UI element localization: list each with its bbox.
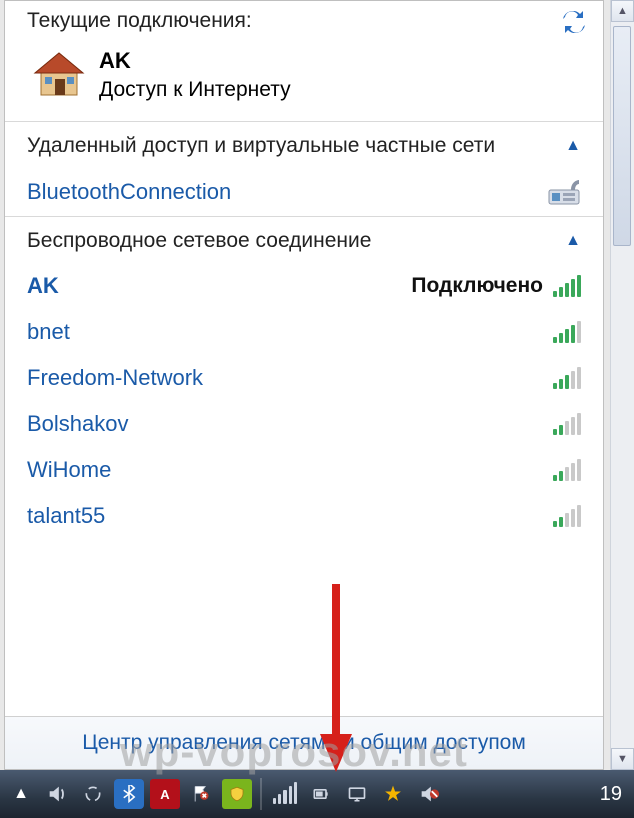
current-network-status: Доступ к Интернету bbox=[99, 76, 291, 103]
monitor-icon[interactable] bbox=[342, 779, 372, 809]
flag-icon[interactable] bbox=[186, 779, 216, 809]
scroll-up-icon[interactable]: ▲ bbox=[611, 0, 634, 22]
volume-icon[interactable] bbox=[42, 779, 72, 809]
bluetooth-icon[interactable] bbox=[114, 779, 144, 809]
star-icon[interactable] bbox=[378, 779, 408, 809]
wifi-item-talant55[interactable]: talant55 bbox=[5, 493, 603, 539]
show-hidden-icon[interactable]: ▲ bbox=[6, 779, 36, 809]
network-center-link[interactable]: Центр управления сетями и общим доступом bbox=[5, 716, 603, 769]
vpn-item-bluetooth[interactable]: BluetoothConnection bbox=[5, 168, 603, 216]
vpn-group-title: Удаленный доступ и виртуальные частные с… bbox=[27, 134, 495, 158]
network-flyout: Текущие подключения: AK Доступ к Интерне… bbox=[4, 0, 604, 770]
home-network-icon bbox=[33, 51, 85, 99]
connection-status: Подключено bbox=[411, 274, 543, 298]
network-tray-icon[interactable] bbox=[270, 779, 300, 809]
scrollbar[interactable]: ▲ ▼ bbox=[610, 0, 634, 770]
wifi-item-bnet[interactable]: bnet bbox=[5, 309, 603, 355]
wifi-item-freedom[interactable]: Freedom-Network bbox=[5, 355, 603, 401]
current-network-name: AK bbox=[99, 47, 291, 76]
scroll-down-icon[interactable]: ▼ bbox=[611, 748, 634, 770]
wifi-group-title: Беспроводное сетевое соединение bbox=[27, 229, 371, 253]
signal-icon bbox=[553, 275, 581, 297]
signal-icon bbox=[553, 413, 581, 435]
vpn-group-header: Удаленный доступ и виртуальные частные с… bbox=[5, 122, 603, 168]
wifi-group-header: Беспроводное сетевое соединение ▲ bbox=[5, 217, 603, 263]
connection-name: bnet bbox=[27, 319, 553, 345]
wifi-item-ak[interactable]: AK Подключено bbox=[5, 263, 603, 309]
connection-name: talant55 bbox=[27, 503, 553, 529]
wifi-item-bolshakov[interactable]: Bolshakov bbox=[5, 401, 603, 447]
connection-name: Bolshakov bbox=[27, 411, 553, 437]
wifi-item-wihome[interactable]: WiHome bbox=[5, 447, 603, 493]
connection-name: WiHome bbox=[27, 457, 553, 483]
signal-icon bbox=[553, 459, 581, 481]
taskbar: ▲ A 19 bbox=[0, 770, 634, 818]
volume-muted-icon[interactable] bbox=[414, 779, 444, 809]
current-connection: AK Доступ к Интернету bbox=[5, 43, 603, 121]
chevron-up-icon[interactable]: ▲ bbox=[565, 137, 581, 155]
adobe-icon[interactable]: A bbox=[150, 779, 180, 809]
signal-icon bbox=[553, 321, 581, 343]
modem-icon bbox=[547, 178, 581, 206]
taskbar-divider bbox=[260, 778, 262, 810]
current-connections-header: Текущие подключения: bbox=[5, 1, 603, 43]
loading-icon[interactable] bbox=[78, 779, 108, 809]
signal-icon bbox=[553, 505, 581, 527]
chevron-up-icon[interactable]: ▲ bbox=[565, 232, 581, 250]
battery-icon[interactable] bbox=[306, 779, 336, 809]
connection-name: AK bbox=[27, 273, 411, 299]
connection-name: Freedom-Network bbox=[27, 365, 553, 391]
shield-icon[interactable] bbox=[222, 779, 252, 809]
connection-name: BluetoothConnection bbox=[27, 179, 547, 205]
signal-icon bbox=[553, 367, 581, 389]
clock[interactable]: 19 bbox=[600, 783, 628, 806]
scroll-thumb[interactable] bbox=[613, 26, 631, 246]
scroll-track[interactable] bbox=[611, 22, 634, 748]
